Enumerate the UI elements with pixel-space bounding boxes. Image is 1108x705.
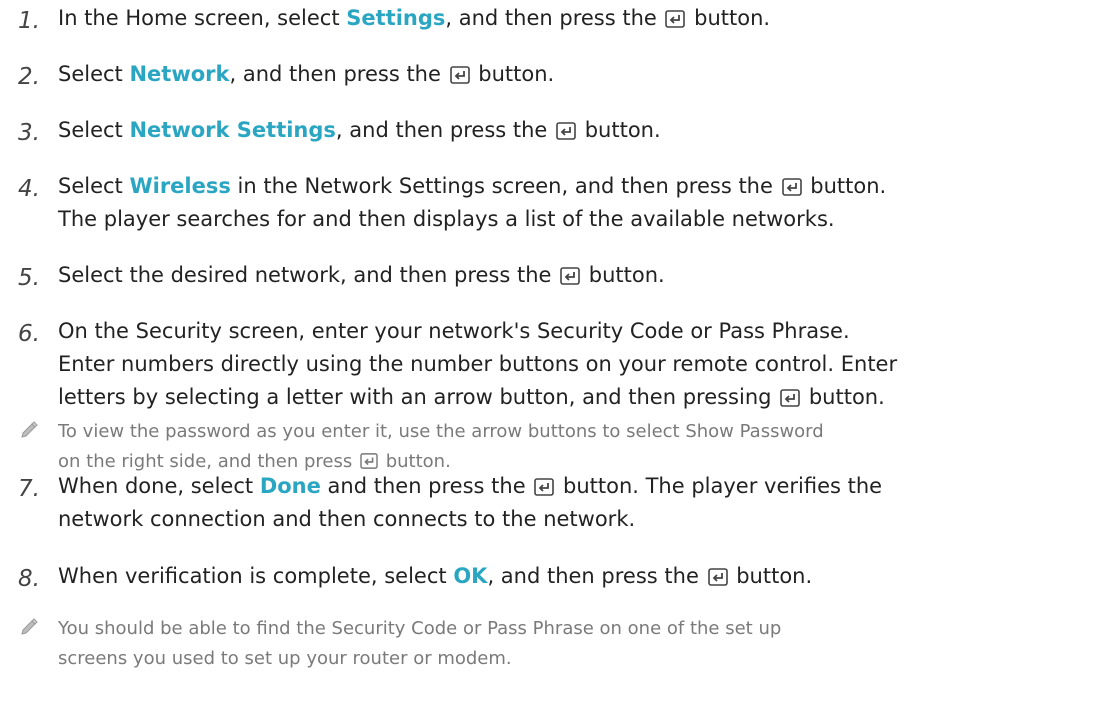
enter-button-icon [556,122,576,140]
step-1: 1. In the Home screen, select Settings, … [0,2,1103,35]
note-text: You should be able to find the Security … [58,618,782,669]
step-text: Select the desired network, and then pre… [58,263,665,287]
step-text: When verification is complete, select OK… [58,564,813,588]
step-6: 6. On the Security screen, enter your ne… [0,315,1103,414]
enter-button-icon [665,10,686,28]
step-7: 7. When done, select Done and then press… [0,470,1103,536]
menu-item-done: Done [259,474,321,498]
pencil-icon [21,618,38,635]
step-text: Select Network Settings, and then press … [58,118,661,142]
enter-button-icon [780,389,800,407]
step-5: 5. Select the desired network, and then … [0,259,1103,292]
step-4: 4. Select Wireless in the Network Settin… [0,170,1103,236]
step-number: 8. [18,566,40,592]
step-text: On the Security screen, enter your netwo… [58,319,898,409]
step-8: 8. When verification is complete, select… [0,560,1103,593]
enter-button-icon [360,453,378,469]
note-2: You should be able to find the Security … [0,614,1103,674]
step-number: 3. [18,120,40,146]
step-text: Select Network, and then press the butto… [58,62,555,86]
enter-button-icon [534,478,555,496]
step-number: 1. [18,8,40,34]
menu-item-network-settings: Network Settings [129,118,336,142]
enter-button-icon [560,267,580,285]
step-number: 6. [18,321,40,347]
enter-button-icon [707,568,728,586]
step-3: 3. Select Network Settings, and then pre… [0,114,1103,147]
step-text: Select Wireless in the Network Settings … [58,174,887,231]
menu-item-ok: OK [453,564,488,588]
step-2: 2. Select Network, and then press the bu… [0,58,1103,91]
note-1: To view the password as you enter it, us… [0,417,1103,477]
pencil-icon [21,421,38,438]
instructions-page: 1. In the Home screen, select Settings, … [0,0,1108,705]
menu-item-network: Network [129,62,230,86]
note-text: To view the password as you enter it, us… [58,421,824,472]
step-number: 2. [18,64,40,90]
step-number: 4. [18,176,40,202]
menu-item-wireless: Wireless [129,174,231,198]
step-text: When done, select Done and then press th… [58,474,883,531]
enter-button-icon [781,178,802,196]
step-number: 7. [18,476,40,502]
menu-item-settings: Settings [346,6,446,30]
step-number: 5. [18,265,40,291]
enter-button-icon [449,66,470,84]
step-text: In the Home screen, select Settings, and… [58,6,771,30]
